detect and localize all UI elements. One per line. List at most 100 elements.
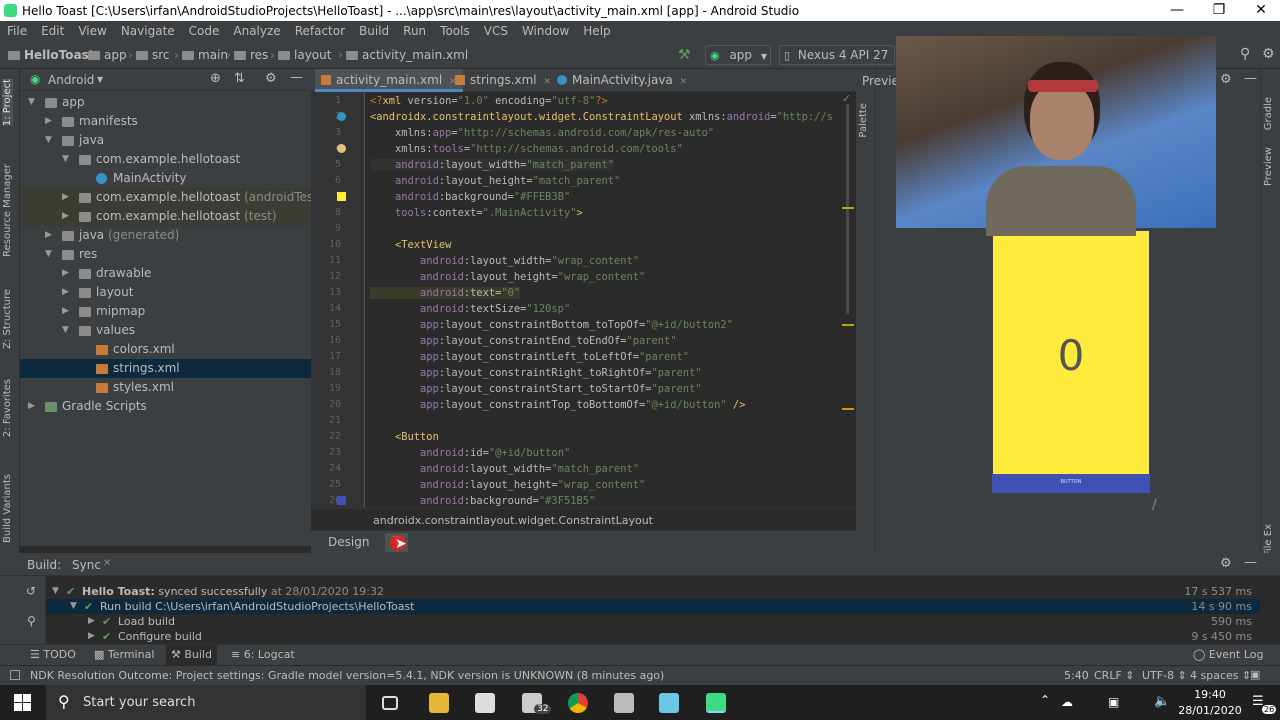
- code-line[interactable]: app:layout_constraintStart_toStartOf="pa…: [370, 383, 702, 395]
- close-button[interactable]: ✕: [1238, 0, 1280, 21]
- breadcrumb-item[interactable]: activity_main.xml: [346, 48, 468, 62]
- event-log-button[interactable]: ◯ Event Log: [1193, 648, 1263, 661]
- menu-file[interactable]: File: [0, 24, 34, 38]
- tab-resource-manager[interactable]: Resource Manager: [2, 164, 13, 257]
- tree-item[interactable]: ▶ com.example.hellotoast (test): [20, 207, 311, 226]
- chevron-right-icon[interactable]: ▶: [45, 112, 52, 131]
- code-line[interactable]: android:layout_width="match_parent": [370, 463, 639, 475]
- chevron-right-icon[interactable]: ▶: [28, 397, 35, 416]
- chevron-down-icon[interactable]: ▼: [45, 245, 52, 264]
- status-message[interactable]: NDK Resolution Outcome: Project settings…: [30, 669, 664, 682]
- tree-item[interactable]: ▶ layout: [20, 283, 311, 302]
- tab-build[interactable]: ⚒ Build: [166, 645, 217, 665]
- hide-icon[interactable]: —: [290, 70, 303, 85]
- taskbar-search-box[interactable]: ⚲ Start your search: [46, 685, 366, 720]
- search-icon[interactable]: ⚲: [1240, 46, 1250, 62]
- tab-todo[interactable]: ☰ TODO: [30, 648, 76, 661]
- menu-help[interactable]: Help: [576, 24, 617, 38]
- menu-build[interactable]: Build: [352, 24, 396, 38]
- monitor-app-icon[interactable]: [614, 693, 634, 713]
- task-view-icon[interactable]: [382, 696, 398, 710]
- editor-tab[interactable]: strings.xml ✕: [449, 69, 557, 92]
- code-line[interactable]: app:layout_constraintRight_toRightOf="pa…: [370, 367, 702, 379]
- code-line[interactable]: android:layout_height="wrap_content": [370, 479, 645, 491]
- tab-design[interactable]: Design: [328, 535, 369, 549]
- menu-view[interactable]: View: [71, 24, 113, 38]
- file-explorer-icon[interactable]: [429, 693, 449, 713]
- network-icon[interactable]: ▣: [1108, 695, 1119, 709]
- tray-chevron-icon[interactable]: ⌃: [1040, 693, 1050, 707]
- maximize-button[interactable]: ❐: [1196, 0, 1242, 21]
- clock-time[interactable]: 19:40: [1190, 688, 1230, 701]
- tree-item[interactable]: MainActivity: [20, 169, 311, 188]
- gear-icon[interactable]: ⚙: [265, 71, 277, 86]
- tab-preview[interactable]: Preview: [1263, 147, 1274, 186]
- code-line[interactable]: <TextView: [370, 239, 451, 251]
- code-line[interactable]: <Button: [370, 431, 439, 443]
- breadcrumb-item[interactable]: app: [88, 48, 127, 62]
- tree-item[interactable]: ▶ com.example.hellotoast (androidTest): [20, 188, 323, 207]
- chevron-down-icon[interactable]: ▼: [45, 131, 52, 150]
- gear-icon[interactable]: ⚙: [1220, 72, 1232, 87]
- chevron-down-icon[interactable]: ▼: [97, 75, 103, 84]
- pin-icon[interactable]: ⚲: [27, 614, 36, 628]
- chevron-right-icon[interactable]: ▶: [62, 283, 69, 302]
- line-separator[interactable]: CRLF ⇕: [1094, 669, 1135, 682]
- code-line[interactable]: app:layout_constraintBottom_toTopOf="@+i…: [370, 319, 733, 331]
- editor-scrollbar[interactable]: [846, 104, 849, 314]
- code-editor[interactable]: <?xml version="1.0" encoding="utf-8"?> <a…: [365, 92, 855, 508]
- run-config-dropdown[interactable]: ◉ app ▼: [705, 45, 771, 65]
- tab-sync[interactable]: Sync: [72, 558, 101, 572]
- code-line[interactable]: android:id="@+id/button": [370, 447, 570, 459]
- device-dropdown[interactable]: ▯ Nexus 4 API 27: [779, 45, 895, 65]
- clock-date[interactable]: 28/01/2020: [1172, 704, 1248, 717]
- android-studio-taskbar-icon[interactable]: [706, 693, 726, 713]
- tree-item[interactable]: ▶ drawable: [20, 264, 311, 283]
- close-icon[interactable]: ✕: [677, 77, 688, 87]
- tree-item[interactable]: ▶ java (generated): [20, 226, 311, 245]
- target-icon[interactable]: ⊕: [210, 71, 221, 86]
- chevron-down-icon[interactable]: ▼: [62, 150, 69, 169]
- gear-icon[interactable]: ⚙: [1220, 556, 1232, 571]
- hide-icon[interactable]: —: [1244, 555, 1257, 570]
- code-line[interactable]: app:layout_constraintEnd_toEndOf="parent…: [370, 335, 677, 347]
- hide-icon[interactable]: —: [1244, 71, 1257, 86]
- code-line[interactable]: android:layout_width="wrap_content": [370, 255, 639, 267]
- menu-code[interactable]: Code: [182, 24, 227, 38]
- code-line[interactable]: xmlns:app="http://schemas.android.com/ap…: [370, 127, 714, 139]
- menu-run[interactable]: Run: [396, 24, 433, 38]
- tree-item[interactable]: colors.xml: [20, 340, 311, 359]
- menu-navigate[interactable]: Navigate: [114, 24, 182, 38]
- code-line[interactable]: android:background="#3F51B5": [370, 495, 595, 507]
- breadcrumb-item[interactable]: main: [182, 48, 228, 62]
- lock-icon[interactable]: ▣: [1250, 668, 1260, 681]
- code-line[interactable]: xmlns:tools="http://schemas.android.com/…: [370, 143, 683, 155]
- breadcrumb-item[interactable]: layout: [278, 48, 331, 62]
- build-row[interactable]: ▼ ✔ Run build C:\Users\irfan\AndroidStudio…: [46, 599, 1260, 614]
- editor-tab[interactable]: MainActivity.java ✕: [551, 69, 693, 92]
- gear-icon[interactable]: ⚙: [1262, 46, 1275, 62]
- code-line[interactable]: <?xml version="1.0" encoding="utf-8"?>: [370, 95, 608, 107]
- windows-start-icon[interactable]: [14, 694, 31, 711]
- menu-tools[interactable]: Tools: [433, 24, 477, 38]
- tab-structure[interactable]: Z: Structure: [2, 289, 13, 349]
- volume-icon[interactable]: 🔈: [1154, 694, 1170, 709]
- tree-item[interactable]: ▶ mipmap: [20, 302, 311, 321]
- code-line[interactable]: android:layout_width="match_parent": [370, 159, 615, 171]
- code-line[interactable]: android:textSize="120sp": [370, 303, 570, 315]
- build-row[interactable]: ▼ ✔ Hello Toast: synced successfully at 28…: [46, 584, 1260, 599]
- collapse-icon[interactable]: ⇅: [234, 71, 245, 86]
- code-line[interactable]: <androidx.constraintlayout.widget.Constr…: [370, 111, 833, 123]
- chevron-down-icon[interactable]: ▼: [70, 599, 77, 614]
- tab-build-variants[interactable]: Build Variants: [2, 474, 13, 543]
- code-line[interactable]: app:layout_constraintTop_toBottomOf="@+i…: [370, 399, 745, 411]
- menu-edit[interactable]: Edit: [34, 24, 71, 38]
- code-line[interactable]: android:background="#FFEB3B": [370, 191, 570, 203]
- tab-palette[interactable]: Palette: [858, 103, 869, 138]
- hammer-icon[interactable]: ⚒: [678, 47, 691, 63]
- chrome-icon[interactable]: [568, 693, 588, 713]
- tree-item[interactable]: ▼ com.example.hellotoast: [20, 150, 311, 169]
- build-row[interactable]: ▶ ✔ Load build 590 ms: [46, 614, 1260, 629]
- close-icon[interactable]: ✕: [103, 558, 111, 569]
- tree-item[interactable]: ▶ manifests: [20, 112, 311, 131]
